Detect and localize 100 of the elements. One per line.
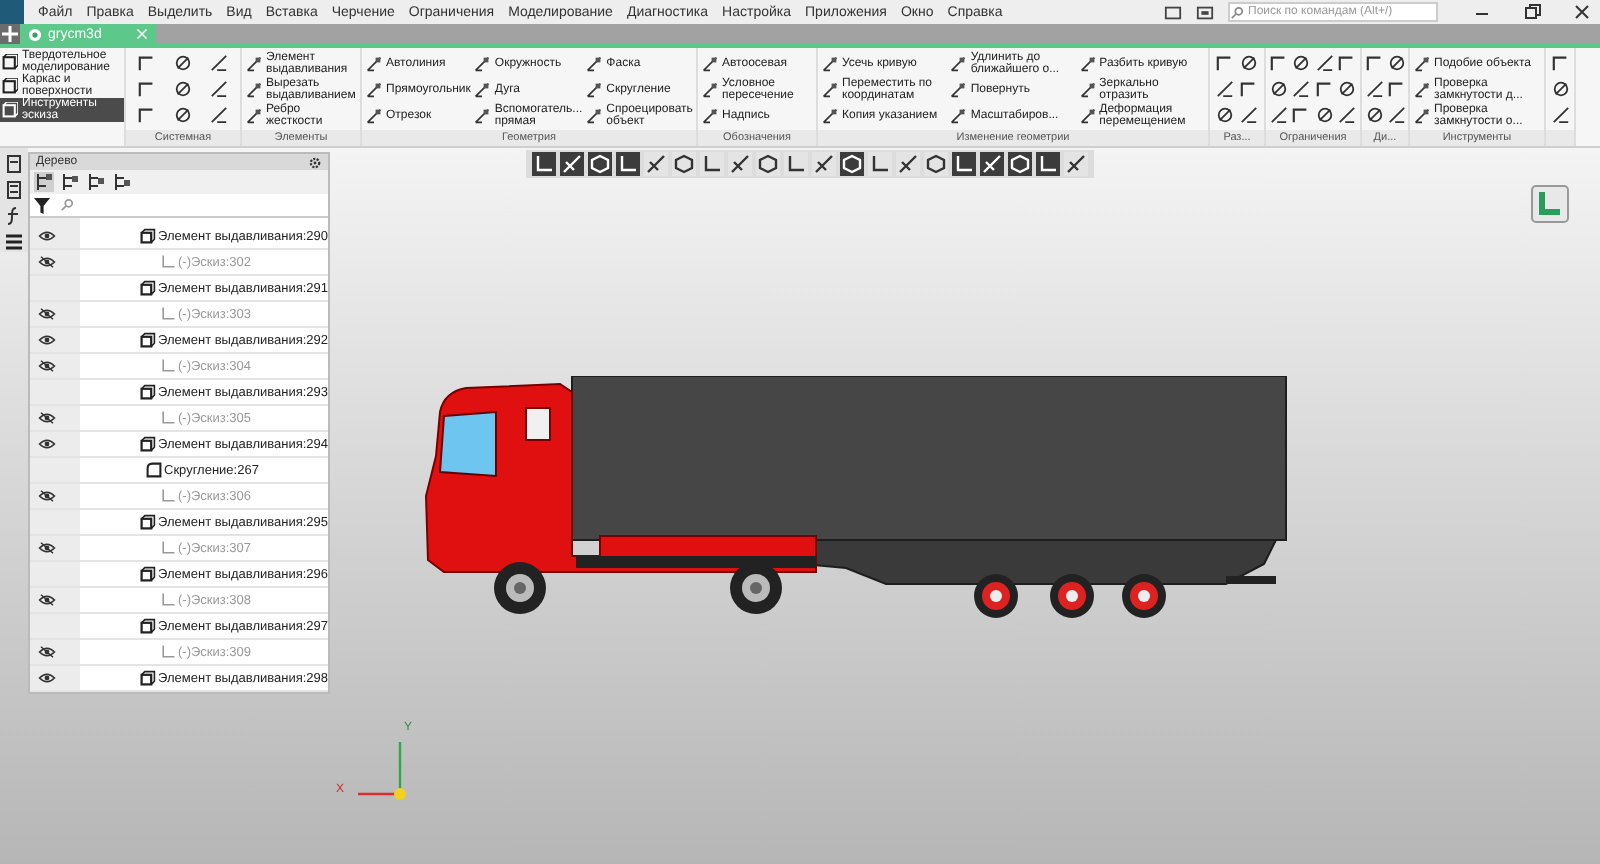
- tool-icon[interactable]: [173, 80, 192, 98]
- tool-icon[interactable]: [1551, 106, 1569, 124]
- eye-icon[interactable]: [38, 334, 56, 346]
- tool-icon[interactable]: [173, 106, 192, 124]
- tool-icon[interactable]: [210, 54, 229, 72]
- hidden-eye-icon[interactable]: [38, 594, 56, 606]
- function-icon[interactable]: [4, 206, 24, 226]
- view-tool-icon[interactable]: [896, 152, 920, 176]
- hidden-eye-icon[interactable]: [38, 360, 56, 372]
- hidden-eye-icon[interactable]: [38, 308, 56, 320]
- tool-icon[interactable]: [1240, 106, 1259, 124]
- view-tool-icon[interactable]: [784, 152, 808, 176]
- fillet-icon: [146, 462, 162, 478]
- tool-icon: [702, 81, 718, 97]
- sketch-mode-icon[interactable]: [1530, 184, 1570, 224]
- extrusion-icon: [140, 332, 157, 348]
- extrusion-icon: [140, 384, 157, 400]
- tool-icon: [822, 81, 838, 97]
- extrusion-icon: [140, 618, 157, 634]
- tool-icon[interactable]: [1337, 80, 1356, 98]
- view-tool-icon[interactable]: [1064, 152, 1088, 176]
- tool-icon: [1414, 107, 1430, 123]
- tool-icon[interactable]: [1292, 80, 1311, 98]
- extrusion-icon: [140, 670, 157, 686]
- tool-icon[interactable]: [1215, 80, 1234, 98]
- tool-icon: [1079, 107, 1096, 123]
- new-tab-button[interactable]: [0, 24, 20, 44]
- tool-icon[interactable]: [1551, 80, 1569, 98]
- tool-icon[interactable]: [1551, 54, 1569, 72]
- view-tool-icon[interactable]: [1036, 152, 1060, 176]
- view-tool-icon[interactable]: [532, 152, 556, 176]
- tool-icon[interactable]: [210, 106, 229, 124]
- tool-icon[interactable]: [210, 80, 229, 98]
- tool-icon[interactable]: [1270, 80, 1289, 98]
- tree-panel-icon[interactable]: [4, 154, 24, 174]
- tree-view-icon[interactable]: [86, 172, 106, 192]
- tool-icon[interactable]: [1240, 54, 1259, 72]
- tool-icon: [702, 107, 718, 123]
- view-tool-icon[interactable]: [644, 152, 668, 176]
- tool-icon[interactable]: [1337, 106, 1356, 124]
- window-icon[interactable]: [1164, 3, 1182, 21]
- hidden-eye-icon[interactable]: [38, 490, 56, 502]
- menu-icon[interactable]: [4, 232, 24, 252]
- tool-icon: [950, 81, 967, 97]
- sketch-icon: [160, 644, 176, 660]
- tool-icon[interactable]: [1270, 106, 1289, 124]
- tool-icon: [822, 107, 838, 123]
- view-tool-icon[interactable]: [700, 152, 724, 176]
- tree-view-icon[interactable]: [112, 172, 132, 192]
- tool-icon: [1079, 55, 1096, 71]
- view-tool-icon[interactable]: [616, 152, 640, 176]
- tool-icon: [822, 55, 838, 71]
- tool-icon[interactable]: [1388, 106, 1406, 124]
- tree-view-icon[interactable]: [60, 172, 80, 192]
- tool-icon[interactable]: [1315, 54, 1334, 72]
- tool-icon[interactable]: [1292, 54, 1311, 72]
- view-tool-icon[interactable]: [812, 152, 836, 176]
- tool-icon: [366, 55, 382, 71]
- tool-icon: [246, 55, 262, 71]
- tool-icon[interactable]: [1215, 106, 1234, 124]
- eye-icon[interactable]: [38, 438, 56, 450]
- hidden-eye-icon[interactable]: [38, 256, 56, 268]
- tool-icon[interactable]: [1315, 106, 1334, 124]
- panel-icon[interactable]: [1196, 3, 1214, 21]
- tool-icon: [366, 81, 382, 97]
- view-tool-icon[interactable]: [924, 152, 948, 176]
- view-tool-icon[interactable]: [756, 152, 780, 176]
- tool-icon[interactable]: [1366, 106, 1384, 124]
- view-tool-icon[interactable]: [868, 152, 892, 176]
- tool-icon: [950, 55, 967, 71]
- hidden-eye-icon[interactable]: [38, 646, 56, 658]
- tool-icon[interactable]: [1388, 54, 1406, 72]
- sketch-icon: [160, 358, 176, 374]
- properties-icon[interactable]: [4, 180, 24, 200]
- tool-icon: [246, 107, 262, 123]
- tool-icon: [586, 81, 603, 97]
- close-icon[interactable]: [1572, 2, 1592, 22]
- view-tool-icon[interactable]: [728, 152, 752, 176]
- hidden-eye-icon[interactable]: [38, 412, 56, 424]
- sketch-icon: [160, 306, 176, 322]
- tool-icon[interactable]: [1366, 80, 1384, 98]
- tree-view-icon[interactable]: [34, 172, 54, 192]
- tool-icon: [586, 55, 603, 71]
- eye-icon[interactable]: [38, 672, 56, 684]
- cube-icon: [2, 54, 18, 70]
- settings-icon[interactable]: [308, 155, 322, 169]
- tool-icon: [702, 55, 718, 71]
- cube-icon: [2, 102, 18, 118]
- view-tool-icon[interactable]: [952, 152, 976, 176]
- tool-icon: [474, 81, 491, 97]
- extrusion-icon: [140, 436, 157, 452]
- hidden-eye-icon[interactable]: [38, 542, 56, 554]
- view-tool-icon[interactable]: [672, 152, 696, 176]
- search-icon: [60, 198, 74, 212]
- cube-icon: [2, 78, 18, 94]
- tool-icon: [366, 107, 382, 123]
- tool-icon: [474, 107, 491, 123]
- eye-icon[interactable]: [38, 230, 56, 242]
- restore-icon[interactable]: [1522, 2, 1542, 22]
- tool-icon[interactable]: [173, 54, 192, 72]
